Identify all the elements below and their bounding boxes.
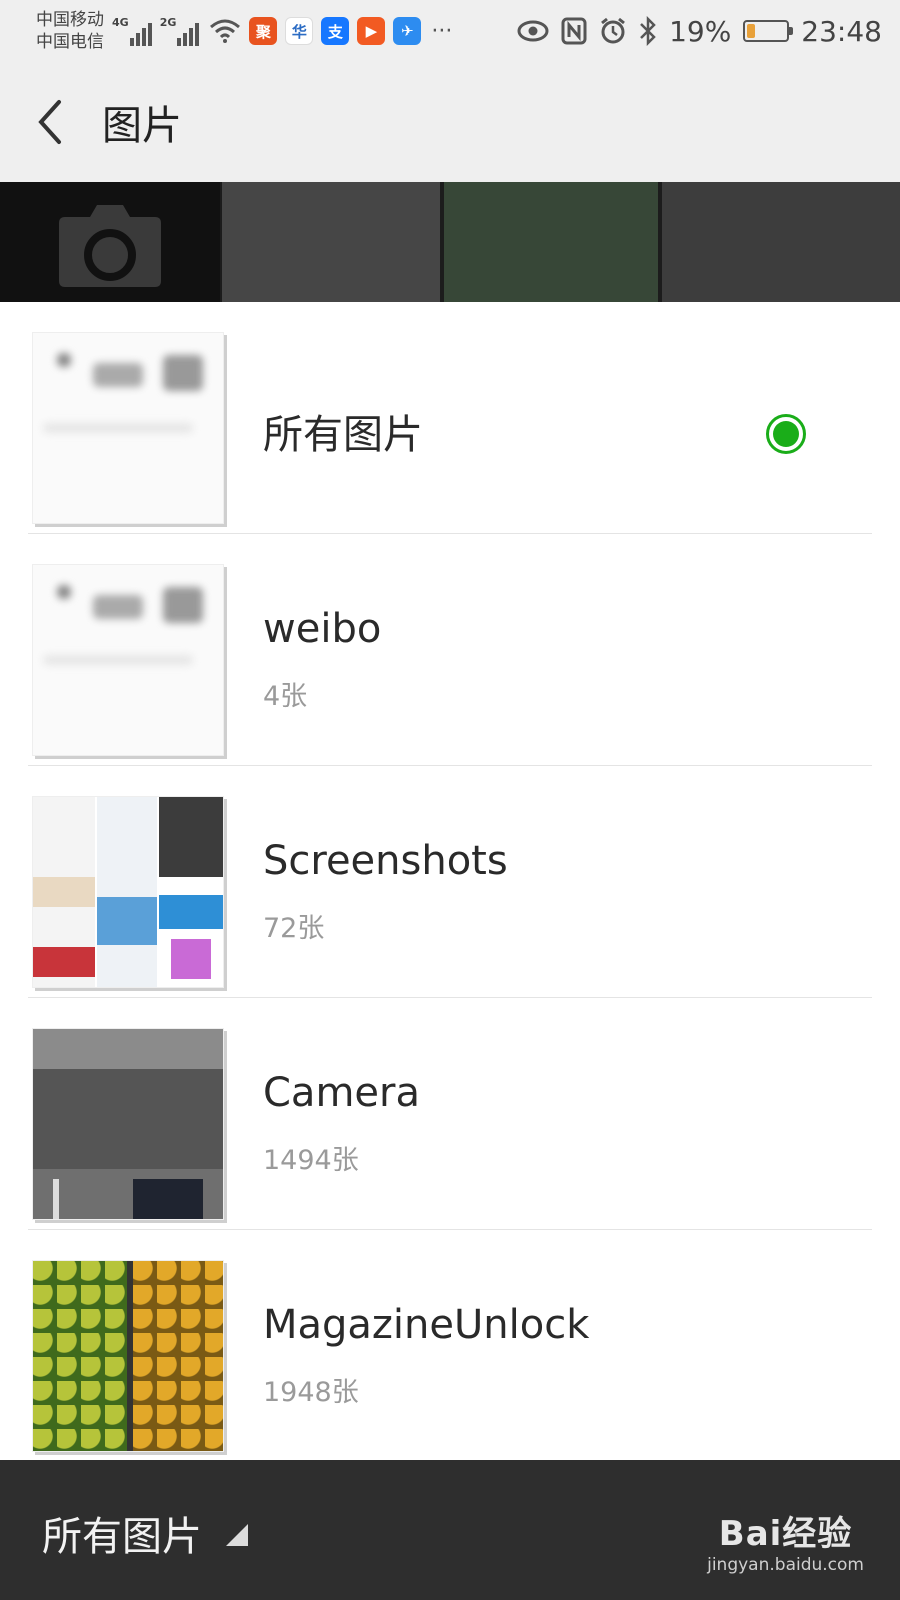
watermark-logo: Bai经验 (718, 1514, 853, 1554)
wifi-icon (210, 19, 241, 43)
battery-icon (743, 20, 794, 42)
album-row-magazineunlock[interactable]: MagazineUnlock 1948张 (0, 1230, 900, 1460)
album-row-all-photos[interactable]: 所有图片 (0, 302, 900, 534)
album-list: 所有图片 weibo 4张 Screenshots 72张 Camera 149… (0, 302, 900, 1460)
camera-icon (59, 205, 161, 287)
album-thumbnail (32, 1028, 224, 1220)
album-thumbnail (32, 332, 224, 524)
signal-2g-icon: 2G (160, 16, 200, 46)
alipay-notification-icon: 支 (321, 17, 350, 45)
title-bar: 图片 (0, 62, 900, 182)
photo-tile (222, 182, 440, 302)
alarm-icon (601, 17, 625, 44)
dimmed-photo-grid (0, 182, 900, 302)
message-notification-icon: ✈ (393, 17, 422, 45)
photo-tile (662, 182, 900, 302)
album-name: MagazineUnlock (263, 1302, 590, 1348)
album-name: Screenshots (263, 838, 508, 884)
album-name: 所有图片 (263, 412, 423, 458)
camera-tile (0, 182, 220, 302)
watermark: Bai经验 jingyan.baidu.com (707, 1506, 864, 1575)
album-count: 1494张 (263, 1145, 359, 1176)
album-row-weibo[interactable]: weibo 4张 (0, 534, 900, 766)
album-thumbnail (32, 564, 224, 756)
signal-4g-icon: 4G (112, 16, 152, 46)
photo-tile (444, 182, 658, 302)
album-thumbnail (32, 796, 224, 988)
back-button[interactable] (0, 62, 100, 182)
carrier-2: 中国电信 (36, 32, 104, 52)
watermark-url: jingyan.baidu.com (707, 1555, 864, 1575)
album-thumbnail (32, 1260, 224, 1452)
album-row-screenshots[interactable]: Screenshots 72张 (0, 766, 900, 998)
bluetooth-icon (640, 16, 656, 46)
album-name: weibo (263, 606, 382, 652)
album-row-camera[interactable]: Camera 1494张 (0, 998, 900, 1230)
battery-percent: 19% (669, 14, 732, 48)
bank-notification-icon: 华 (285, 17, 314, 45)
page-title: 图片 (102, 103, 182, 149)
carrier-names: 中国移动 中国电信 (36, 9, 104, 53)
more-notifications-icon: ··· (431, 18, 453, 44)
bottom-bar: 所有图片 Bai经验 jingyan.baidu.com (0, 1460, 900, 1600)
album-count: 1948张 (263, 1377, 359, 1408)
clock: 23:48 (801, 14, 882, 48)
chevron-left-icon (38, 100, 61, 144)
album-count: 4张 (263, 681, 308, 712)
video-notification-icon: ▶ (357, 17, 386, 45)
status-bar: 中国移动 中国电信 4G 2G 聚 华 支 ▶ ✈ ··· 19% 23:48 (0, 0, 900, 62)
carrier-1: 中国移动 (36, 10, 104, 30)
dropdown-caret-icon[interactable] (226, 1524, 248, 1546)
eye-icon (517, 20, 549, 42)
nfc-icon (561, 17, 587, 45)
album-name: Camera (263, 1070, 420, 1116)
app-notification-icon: 聚 (249, 17, 278, 45)
album-selector-button[interactable]: 所有图片 (42, 1504, 202, 1562)
selected-radio-icon (766, 414, 806, 454)
album-count: 72张 (263, 913, 325, 944)
